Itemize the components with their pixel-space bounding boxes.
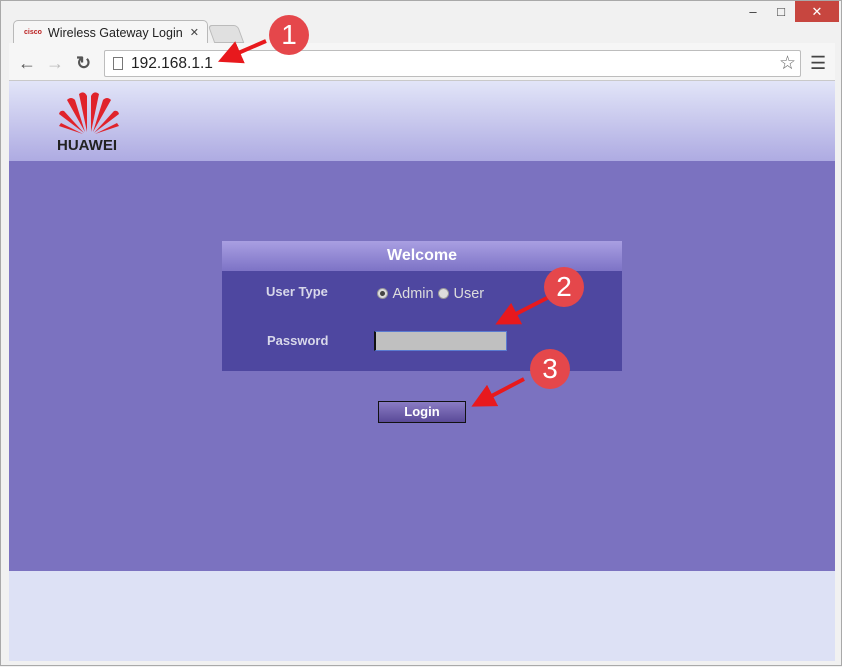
annotation-badge-2: 2 (544, 267, 584, 307)
arrow-2 (495, 295, 550, 325)
arrow-1 (217, 39, 267, 64)
arrow-3 (471, 377, 525, 407)
annotation-arrows (217, 39, 550, 407)
annotation-badge-1: 1 (269, 15, 309, 55)
annotation-badge-3: 3 (530, 349, 570, 389)
